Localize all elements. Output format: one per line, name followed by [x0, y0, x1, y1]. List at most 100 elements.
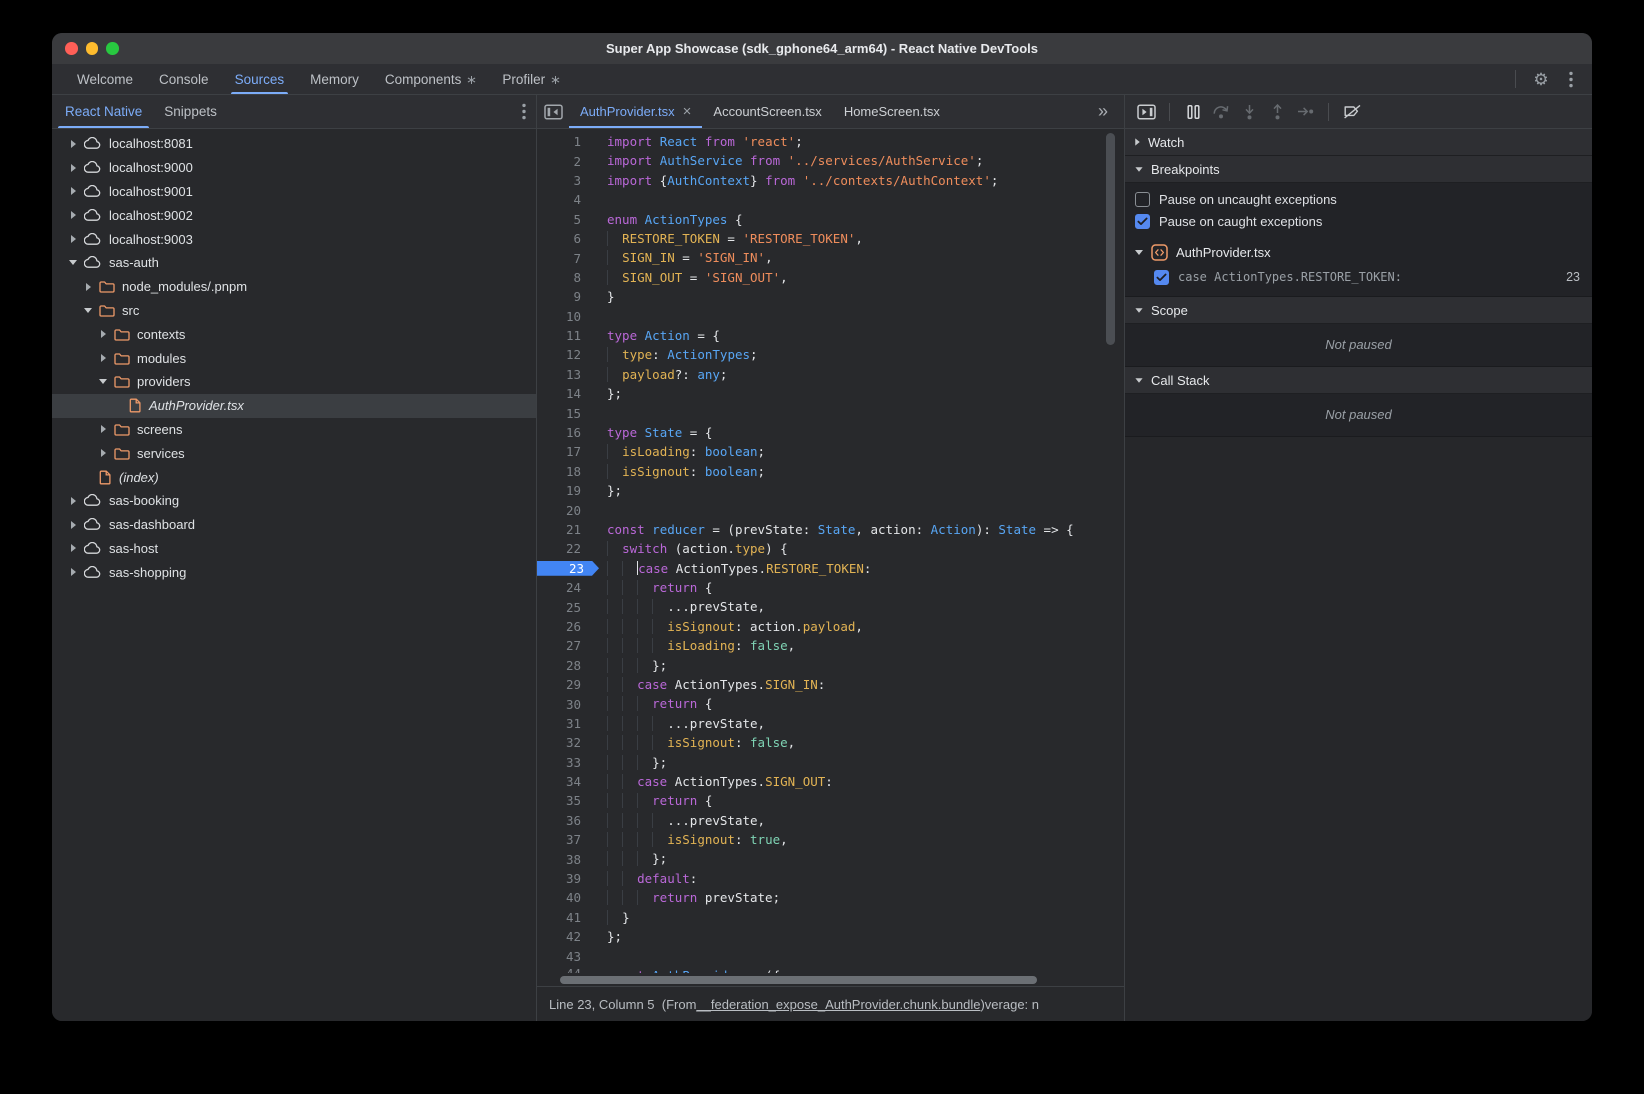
tree-item-localhost-9001[interactable]: localhost:9001	[52, 180, 536, 204]
line-number[interactable]: 16	[537, 425, 591, 440]
line-number[interactable]: 35	[537, 793, 591, 808]
editor-horizontal-scrollbar[interactable]	[537, 973, 1124, 986]
step-out-icon[interactable]	[1264, 99, 1290, 125]
code-line-11[interactable]: 11type Action = {	[537, 326, 1124, 345]
code-line-32[interactable]: 32 isSignout: false,	[537, 733, 1124, 752]
tab-console[interactable]: Console	[146, 64, 222, 94]
code-line-text[interactable]: return {	[591, 578, 712, 597]
code-line-text[interactable]: RESTORE_TOKEN = 'RESTORE_TOKEN',	[591, 229, 863, 248]
tree-item-localhost-9000[interactable]: localhost:9000	[52, 156, 536, 180]
close-icon[interactable]: ×	[683, 104, 692, 119]
line-number[interactable]: 22	[537, 541, 591, 556]
chevron-right-icon[interactable]	[66, 187, 80, 195]
tree-item-services[interactable]: services	[52, 441, 536, 465]
editor-tab-authprovider-tsx[interactable]: AuthProvider.tsx×	[569, 95, 702, 128]
tree-item-localhost-8081[interactable]: localhost:8081	[52, 132, 536, 156]
code-line-text[interactable]: };	[591, 753, 667, 772]
line-number[interactable]: 1	[537, 134, 591, 149]
code-line-text[interactable]: isSignout: action.payload,	[591, 617, 863, 636]
tree-item-localhost-9003[interactable]: localhost:9003	[52, 227, 536, 251]
code-line-text[interactable]: import AuthService from '../services/Aut…	[591, 151, 983, 170]
chevron-right-icon[interactable]	[96, 330, 110, 338]
line-number[interactable]: 40	[537, 890, 591, 905]
tree-item-sas-shopping[interactable]: sas-shopping	[52, 560, 536, 584]
code-line-text[interactable]: switch (action.type) {	[591, 539, 788, 558]
line-number[interactable]: 13	[537, 367, 591, 382]
code-line-28[interactable]: 28 };	[537, 656, 1124, 675]
chevron-right-icon[interactable]	[66, 211, 80, 219]
code-line-38[interactable]: 38 };	[537, 849, 1124, 868]
chevron-right-icon[interactable]	[66, 544, 80, 552]
code-line-18[interactable]: 18 isSignout: boolean;	[537, 462, 1124, 481]
step-over-icon[interactable]	[1208, 99, 1234, 125]
line-number[interactable]: 31	[537, 716, 591, 731]
code-line-31[interactable]: 31 ...prevState,	[537, 714, 1124, 733]
double-chevron-right-icon[interactable]: »	[1082, 95, 1124, 128]
code-line-text[interactable]: };	[591, 849, 667, 868]
code-line-text[interactable]: SIGN_OUT = 'SIGN_OUT',	[591, 268, 788, 287]
code-line-43[interactable]: 43	[537, 946, 1124, 965]
tab-memory[interactable]: Memory	[297, 64, 372, 94]
checkbox-checked[interactable]	[1154, 270, 1169, 285]
minimize-window-button[interactable]	[86, 42, 99, 55]
code-line-25[interactable]: 25 ...prevState,	[537, 597, 1124, 616]
line-number[interactable]: 32	[537, 735, 591, 750]
tree-item-authprovider-tsx[interactable]: AuthProvider.tsx	[52, 394, 536, 418]
chevron-right-icon[interactable]	[66, 164, 80, 172]
line-number[interactable]: 41	[537, 910, 591, 925]
line-number[interactable]: 2	[537, 154, 591, 169]
code-line-35[interactable]: 35 return {	[537, 791, 1124, 810]
code-line-text[interactable]: ...prevState,	[591, 714, 765, 733]
line-number[interactable]: 4	[537, 192, 591, 207]
tree-item-contexts[interactable]: contexts	[52, 322, 536, 346]
code-line-29[interactable]: 29 case ActionTypes.SIGN_IN:	[537, 675, 1124, 694]
code-line-text[interactable]: isSignout: false,	[591, 733, 795, 752]
code-line-text[interactable]: type: ActionTypes;	[591, 345, 758, 364]
scrollbar-thumb[interactable]	[560, 976, 1037, 984]
code-line-17[interactable]: 17 isLoading: boolean;	[537, 442, 1124, 461]
code-line-3[interactable]: 3import {AuthContext} from '../contexts/…	[537, 171, 1124, 190]
code-line-40[interactable]: 40 return prevState;	[537, 888, 1124, 907]
code-line-text[interactable]: case ActionTypes.SIGN_IN:	[591, 675, 825, 694]
code-line-1[interactable]: 1import React from 'react';	[537, 132, 1124, 151]
code-line-30[interactable]: 30 return {	[537, 694, 1124, 713]
line-number[interactable]: 3	[537, 173, 591, 188]
line-number[interactable]: 28	[537, 658, 591, 673]
line-number[interactable]: 39	[537, 871, 591, 886]
code-line-text[interactable]: }	[591, 287, 615, 306]
line-number[interactable]: 11	[537, 328, 591, 343]
code-line-14[interactable]: 14};	[537, 384, 1124, 403]
line-number[interactable]: 36	[537, 813, 591, 828]
tree-item-screens[interactable]: screens	[52, 418, 536, 442]
tree-item-index[interactable]: (index)	[52, 465, 536, 489]
line-number[interactable]: 5	[537, 212, 591, 227]
panel-left-icon[interactable]	[537, 95, 569, 128]
code-line-5[interactable]: 5enum ActionTypes {	[537, 210, 1124, 229]
tree-item-sas-dashboard[interactable]: sas-dashboard	[52, 513, 536, 537]
tab-welcome[interactable]: Welcome	[64, 64, 146, 94]
code-line-12[interactable]: 12 type: ActionTypes;	[537, 345, 1124, 364]
chevron-down-icon[interactable]	[81, 308, 95, 313]
navigator-tab-snippets[interactable]: Snippets	[153, 95, 228, 128]
code-line-15[interactable]: 15	[537, 403, 1124, 422]
kebab-menu-icon[interactable]	[522, 95, 536, 128]
watch-section-header[interactable]: Watch	[1125, 129, 1592, 156]
line-number[interactable]: 29	[537, 677, 591, 692]
line-number[interactable]: 7	[537, 251, 591, 266]
code-line-23[interactable]: 23 case ActionTypes.RESTORE_TOKEN:	[537, 559, 1124, 578]
code-line-19[interactable]: 19};	[537, 481, 1124, 500]
line-number[interactable]: 19	[537, 483, 591, 498]
code-line-text[interactable]: ...prevState,	[591, 597, 765, 616]
line-number[interactable]: 15	[537, 406, 591, 421]
settings-gear-icon[interactable]: ⚙	[1528, 66, 1554, 92]
code-line-34[interactable]: 34 case ActionTypes.SIGN_OUT:	[537, 772, 1124, 791]
line-number[interactable]: 27	[537, 638, 591, 653]
code-line-text[interactable]: const AuthProvider = ({	[591, 966, 780, 973]
chevron-right-icon[interactable]	[66, 235, 80, 243]
line-number[interactable]: 14	[537, 386, 591, 401]
editor-tab-accountscreen-tsx[interactable]: AccountScreen.tsx	[702, 95, 832, 128]
code-line-text[interactable]: payload?: any;	[591, 365, 727, 384]
code-line-text[interactable]: isSignout: boolean;	[591, 462, 765, 481]
chevron-right-icon[interactable]	[96, 425, 110, 433]
line-number[interactable]: 21	[537, 522, 591, 537]
